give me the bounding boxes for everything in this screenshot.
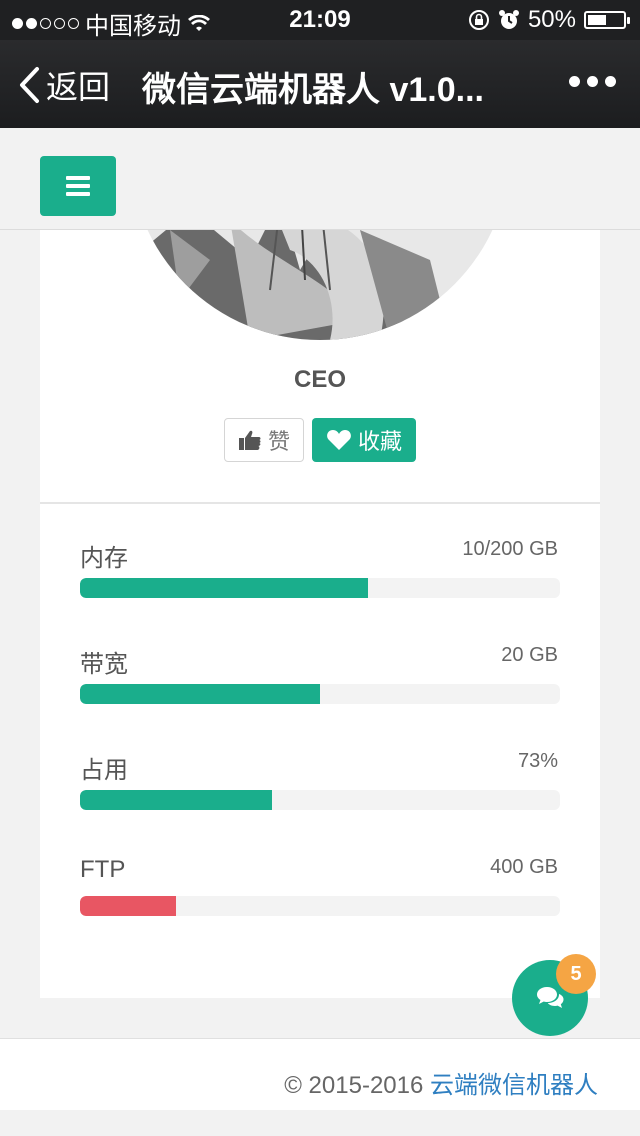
stat-label: 占用	[80, 757, 128, 784]
stat-value: 10/200 GB	[462, 538, 558, 560]
progress-track	[80, 578, 560, 598]
thumbs-up-icon	[238, 430, 261, 450]
battery-icon	[584, 11, 630, 29]
profile-actions: 赞 收藏	[224, 418, 416, 462]
alarm-icon	[498, 10, 519, 29]
status-bar: 中国移动 21:09 50%	[0, 0, 640, 40]
back-label: 返回	[46, 69, 111, 105]
notification-badge: 5	[556, 954, 596, 994]
stat-value: 73%	[517, 750, 558, 772]
progress-bar	[80, 684, 320, 704]
footer-link[interactable]: 云端微信机器人	[430, 1072, 598, 1099]
favorite-button[interactable]: 收藏	[312, 418, 416, 462]
heart-icon	[327, 430, 351, 450]
stat-label: 内存	[80, 545, 128, 572]
stat-label: 带宽	[80, 651, 128, 678]
avatar	[130, 230, 510, 340]
like-button[interactable]: 赞	[224, 418, 304, 462]
stat-label: FTP	[80, 856, 126, 883]
progress-bar	[80, 896, 176, 916]
chevron-left-icon	[20, 67, 39, 103]
page-title: 微信云端机器人 v1.0...	[142, 71, 484, 109]
progress-track	[80, 896, 560, 916]
stat-value: 400 GB	[490, 856, 558, 878]
footer: © 2015-2016 云端微信机器人	[0, 1038, 640, 1111]
status-right: 50%	[468, 6, 630, 34]
back-button[interactable]: 返回	[18, 62, 110, 108]
progress-track	[80, 684, 560, 704]
chat-bubbles-icon	[537, 987, 564, 1008]
bottom-strip	[0, 1110, 640, 1136]
toolbar	[0, 128, 640, 230]
nav-bar: 返回 微信云端机器人 v1.0...	[0, 40, 640, 128]
like-label: 赞	[267, 429, 290, 454]
more-options-button[interactable]	[569, 76, 616, 87]
favorite-label: 收藏	[357, 429, 402, 454]
stat-value: 20 GB	[501, 644, 558, 666]
rotation-lock-icon	[468, 10, 489, 30]
progress-bar	[80, 790, 272, 810]
progress-track	[80, 790, 560, 810]
profile-card: CEO 赞 收藏 内存 10/200 GB 带宽 20 GB 占用 73% FT…	[40, 230, 600, 998]
profile-role: CEO	[293, 366, 346, 393]
copyright-text: © 2015-2016	[284, 1072, 430, 1099]
progress-bar	[80, 578, 368, 598]
battery-percent: 50%	[527, 6, 576, 33]
menu-toggle-button[interactable]	[40, 156, 116, 216]
card-divider	[40, 502, 600, 504]
footer-text: © 2015-2016 云端微信机器人	[284, 1065, 598, 1100]
